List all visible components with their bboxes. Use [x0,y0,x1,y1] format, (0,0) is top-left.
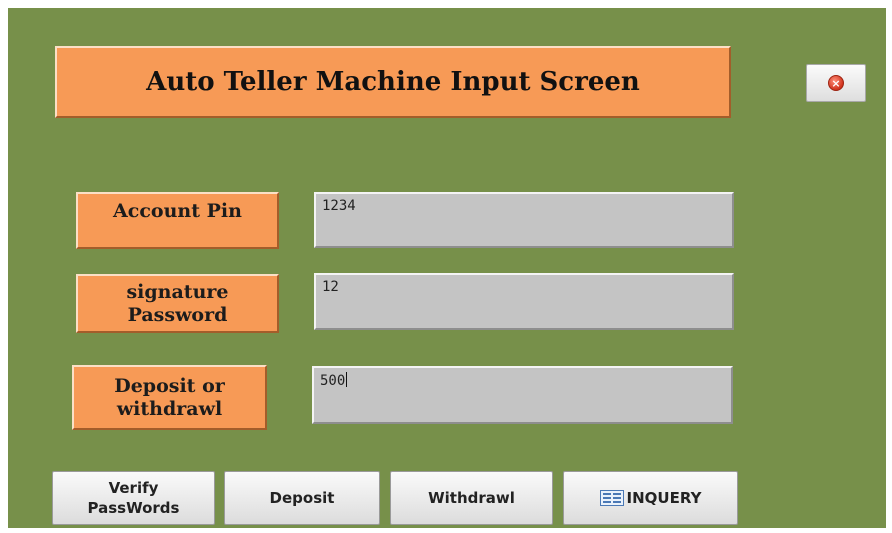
signature-password-input[interactable]: 12 [314,273,734,330]
table-icon [599,490,624,506]
withdrawl-button[interactable]: Withdrawl [390,471,553,525]
deposit-label: Deposit [269,489,335,507]
title-banner: Auto Teller Machine Input Screen [55,46,731,118]
signature-password-label: signature Password [76,274,279,333]
account-pin-input[interactable]: 1234 [314,192,734,248]
account-pin-value: 1234 [322,198,356,214]
account-pin-label: Account Pin [76,192,279,249]
text-caret [346,372,348,387]
verify-passwords-label: Verify PassWords [87,479,180,517]
atm-input-form: Auto Teller Machine Input Screen × Accou… [8,8,886,528]
signature-password-value: 12 [322,279,339,295]
deposit-or-withdrawl-input[interactable]: 500 [312,366,733,424]
deposit-or-withdrawl-value: 500 [320,373,346,389]
page-title: Auto Teller Machine Input Screen [146,67,640,97]
withdrawl-label: Withdrawl [428,489,515,507]
close-button[interactable]: × [806,64,866,102]
inquery-button[interactable]: INQUERY [563,471,738,525]
inquery-label: INQUERY [626,489,702,507]
verify-passwords-button[interactable]: Verify PassWords [52,471,215,525]
deposit-or-withdrawl-label: Deposit or withdrawl [72,365,267,430]
close-icon: × [828,75,844,91]
deposit-button[interactable]: Deposit [224,471,380,525]
